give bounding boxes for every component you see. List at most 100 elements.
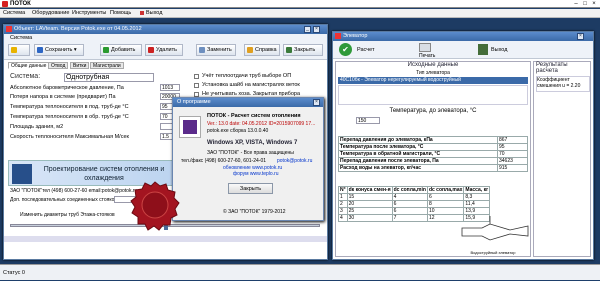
param-value[interactable]: 915 xyxy=(497,164,528,172)
check-washers-label: Установка шайб на магистралях веток xyxy=(202,82,300,88)
param-label: Температура в обратной магистрали, °С xyxy=(338,150,498,158)
object-toolbar: Система ▾ Сохранить ▾ Добавить Удалить З… xyxy=(4,34,327,60)
exit-button[interactable]: Выход xyxy=(491,47,507,53)
check-pipe-heat[interactable] xyxy=(194,74,199,79)
minimize-button[interactable]: – xyxy=(572,0,580,8)
window-minimize-button[interactable]: _ xyxy=(304,26,311,33)
cell: 4 xyxy=(338,214,348,222)
potok-logo xyxy=(12,164,32,184)
param-value[interactable]: 34623 xyxy=(497,157,528,165)
menu-equipment[interactable]: Оборудование xyxy=(32,9,69,18)
table-row[interactable]: 1 15 4 6 8,3 xyxy=(338,193,491,201)
cell: 7 xyxy=(391,214,428,222)
cell: 15 xyxy=(346,193,393,201)
horizontal-scrollbar[interactable] xyxy=(4,236,327,242)
cell: 30 xyxy=(346,214,393,222)
system-type-label: Система: xyxy=(10,73,41,80)
calc-button[interactable]: Расчет xyxy=(357,47,375,53)
col-cone: dк конуса смен-я xyxy=(346,186,393,194)
cell: 11,4 xyxy=(463,200,491,208)
cell: 4 xyxy=(391,193,428,201)
about-title: О программе xyxy=(177,99,211,105)
about-close-button[interactable]: Закрыть xyxy=(228,183,273,194)
param-row: Температура после элеватора, °С 95 xyxy=(338,143,528,151)
close-button[interactable]: × xyxy=(590,0,598,8)
printer-icon[interactable] xyxy=(419,43,431,52)
temp-input[interactable]: 150 xyxy=(356,117,380,124)
door-icon xyxy=(286,47,292,53)
elevator-type-select[interactable]: 40С10бк - Элеватор нерегулируемый водост… xyxy=(338,77,528,84)
exit-label: Закрыть xyxy=(294,47,316,53)
pressure-label: Абсолютное барометрическое давление, Па xyxy=(10,85,124,91)
elevator-title: Элеватор xyxy=(343,33,368,39)
cell: 10 xyxy=(426,207,465,215)
about-os: Windows XP, VISTA, Windows 7 xyxy=(207,140,298,146)
param-label: Расход воды на элеватор, кг/час xyxy=(338,164,498,172)
param-row: Перепад давления до элеватора, кПа 867 xyxy=(338,136,528,144)
save-button[interactable]: Сохранить ▾ xyxy=(34,44,84,56)
help-button[interactable]: Справка xyxy=(244,44,280,56)
exit-door-icon[interactable] xyxy=(478,44,488,55)
menu-help[interactable]: Помощь xyxy=(110,9,131,18)
system-type-select[interactable]: Однотрубная xyxy=(64,73,154,82)
col-mass: Масса, кг xyxy=(463,186,491,194)
object-tabs: Общие данные Отвод Витки Магистрали xyxy=(4,60,327,70)
tab-branch[interactable]: Отвод xyxy=(48,62,69,69)
menu-tools[interactable]: Инструменты xyxy=(72,9,106,18)
type-list[interactable] xyxy=(338,85,528,105)
param-value[interactable]: 867 xyxy=(497,136,528,144)
add-icon xyxy=(103,47,109,53)
pressure-input[interactable]: 1013 xyxy=(160,84,180,91)
menu-system[interactable]: Система xyxy=(3,9,25,18)
params-table: Перепад давления до элеватора, кПа 867 Те… xyxy=(338,136,528,172)
elevator-close-button[interactable]: × xyxy=(577,33,584,40)
delete-button[interactable]: Удалить xyxy=(145,44,183,56)
add-label: Добавить xyxy=(111,47,136,53)
about-close-icon[interactable]: × xyxy=(313,99,320,106)
cell: 25 xyxy=(346,207,393,215)
tab-general[interactable]: Общие данные xyxy=(8,62,50,69)
cell: 1 xyxy=(338,193,348,201)
exit-button[interactable]: Закрыть xyxy=(283,44,323,56)
elevator-body: Исходные данные Тип элеватора 40С10бк - … xyxy=(333,59,593,259)
calc-icon[interactable]: ✔ xyxy=(339,43,352,56)
app-icon xyxy=(2,1,8,7)
about-dialog: О программе × ПОТОК - Расчет систем отоп… xyxy=(172,97,324,221)
table-row[interactable]: 2 20 6 8 11,4 xyxy=(338,200,491,208)
cell: 8,3 xyxy=(463,193,491,201)
folder-icon xyxy=(11,47,17,53)
window-icon xyxy=(6,26,12,32)
add-button[interactable]: Добавить xyxy=(100,44,142,56)
help-icon xyxy=(247,47,253,53)
menu-exit-label: Выход xyxy=(146,10,163,16)
about-forum[interactable]: форум www.teplo.ru xyxy=(233,171,279,177)
param-value[interactable]: 70 xyxy=(497,150,528,158)
param-value[interactable]: 95 xyxy=(497,143,528,151)
company-line: ЗАО "ПОТОК"тел (498) 600-27-60 email:pot… xyxy=(10,188,138,194)
open-button[interactable]: ▾ xyxy=(8,44,30,56)
temp-label: Температура, до элеватора, °С xyxy=(389,108,477,114)
stacks-label: Доп. последовательных соединенных стояко… xyxy=(10,197,118,203)
about-email[interactable]: potok@potok.ru xyxy=(277,158,312,164)
menu-exit[interactable]: Выход xyxy=(140,9,162,18)
window-close-button[interactable]: × xyxy=(313,26,320,33)
cell: 3 xyxy=(338,207,348,215)
maximize-button[interactable]: □ xyxy=(581,0,589,8)
about-copyright: ЗАО "ПОТОК" - Все права защищены xyxy=(207,150,294,156)
cell: 6 xyxy=(391,200,428,208)
tab-coils[interactable]: Витки xyxy=(70,62,90,69)
replace-button[interactable]: Заменить xyxy=(196,44,236,56)
mixing-coefficient: Коэффициент смешения u = 2.20 xyxy=(536,76,590,92)
tab-mains[interactable]: Магистрали xyxy=(90,62,124,69)
param-row: Перепад давления после элеватора, Па 3462… xyxy=(338,157,528,165)
col-n: N° xyxy=(338,186,348,194)
system-label: Система xyxy=(10,35,33,41)
about-phone: тел./факс (498) 600-27-60, 601-24-01 xyxy=(181,158,267,164)
check-washers[interactable] xyxy=(194,83,199,88)
seal-icon xyxy=(130,181,180,231)
table-header-row: N° dк конуса смен-я dс сопла,min dс сопл… xyxy=(338,186,491,194)
cell: 6 xyxy=(391,207,428,215)
check-pipe-heat-label: Учёт теплоотдачи труб выборе ОП xyxy=(202,73,292,79)
window-icon xyxy=(335,33,341,39)
col-nozzle-max: dс сопла,max xyxy=(426,186,465,194)
